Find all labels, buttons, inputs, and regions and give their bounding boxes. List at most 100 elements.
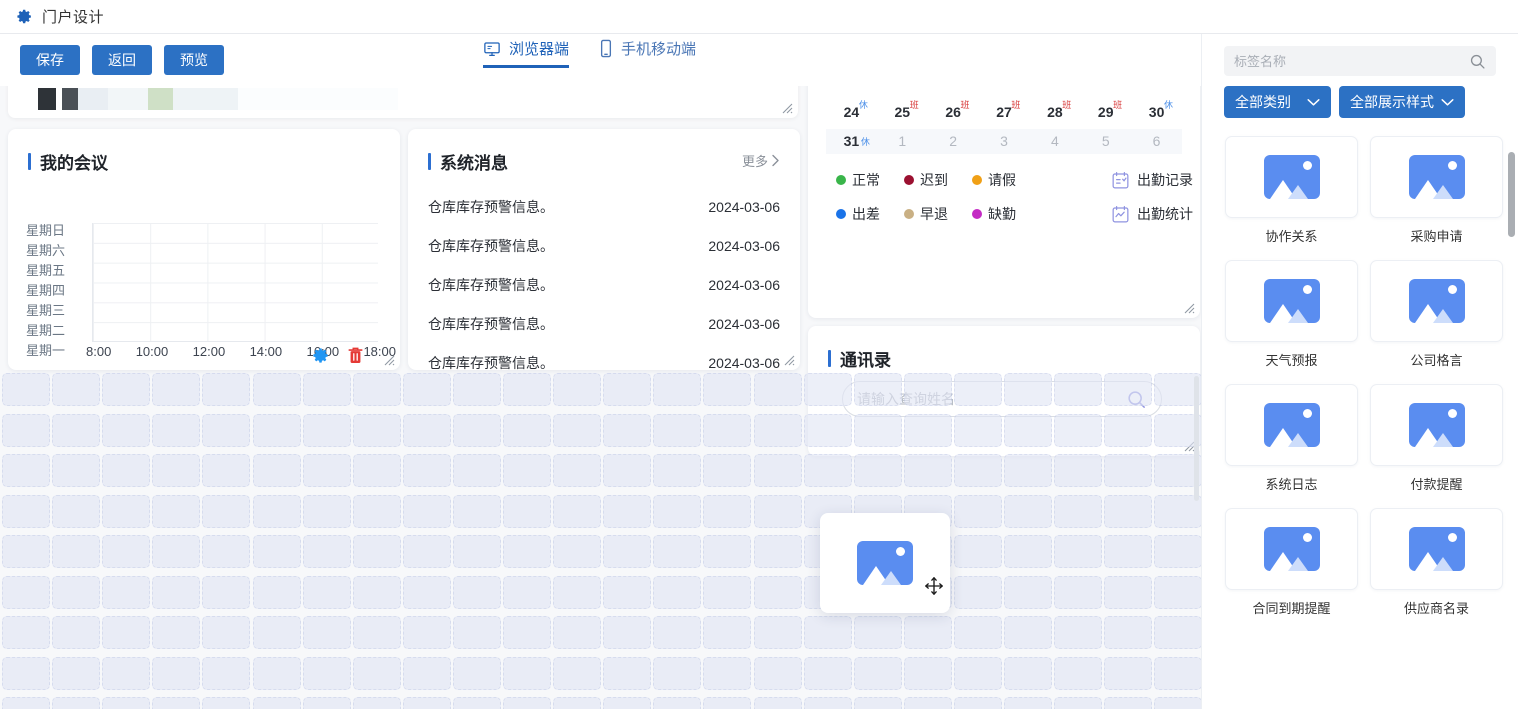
grid-cell[interactable]	[253, 657, 301, 690]
widget-library-item[interactable]: 合同到期提醒	[1224, 508, 1359, 625]
grid-cell[interactable]	[754, 495, 802, 528]
grid-cell[interactable]	[202, 535, 250, 568]
grid-cell[interactable]	[52, 697, 100, 709]
grid-cell[interactable]	[202, 697, 250, 709]
system-messages-widget[interactable]: 系统消息 更多 仓库库存预警信息。 2024-03-06 仓库库存预警信息。 2…	[408, 129, 800, 370]
grid-cell[interactable]	[1104, 414, 1152, 447]
widget-library-item[interactable]: 供应商名录	[1369, 508, 1504, 625]
grid-cell[interactable]	[102, 373, 150, 406]
grid-cell[interactable]	[703, 616, 751, 649]
grid-cell[interactable]	[1054, 535, 1102, 568]
grid-cell[interactable]	[253, 373, 301, 406]
grid-cell[interactable]	[904, 616, 952, 649]
calendar-day[interactable]: 31 休	[826, 129, 877, 154]
grid-cell[interactable]	[553, 657, 601, 690]
grid-cell[interactable]	[303, 576, 351, 609]
grid-cell[interactable]	[703, 495, 751, 528]
grid-cell[interactable]	[253, 616, 301, 649]
grid-cell[interactable]	[653, 535, 701, 568]
grid-cell[interactable]	[152, 454, 200, 487]
grid-cell[interactable]	[152, 495, 200, 528]
list-item[interactable]: 仓库库存预警信息。 2024-03-06	[428, 227, 780, 266]
grid-cell[interactable]	[653, 697, 701, 709]
grid-cell[interactable]	[503, 616, 551, 649]
grid-cell[interactable]	[854, 414, 902, 447]
grid-cell[interactable]	[2, 414, 50, 447]
tag-search-box[interactable]	[1224, 46, 1496, 76]
grid-cell[interactable]	[1054, 495, 1102, 528]
category-filter[interactable]: 全部类别	[1224, 86, 1331, 118]
grid-cell[interactable]	[603, 697, 651, 709]
grid-cell[interactable]	[1104, 657, 1152, 690]
grid-cell[interactable]	[804, 657, 852, 690]
grid-cell[interactable]	[1104, 495, 1152, 528]
grid-cell[interactable]	[653, 576, 701, 609]
grid-cell[interactable]	[553, 697, 601, 709]
search-icon[interactable]	[1469, 53, 1486, 70]
grid-cell[interactable]	[503, 535, 551, 568]
grid-cell[interactable]	[503, 576, 551, 609]
grid-cell[interactable]	[754, 454, 802, 487]
grid-cell[interactable]	[603, 495, 651, 528]
grid-cell[interactable]	[1104, 697, 1152, 709]
grid-cell[interactable]	[303, 414, 351, 447]
grid-cell[interactable]	[102, 576, 150, 609]
attendance-widget[interactable]: 24 休 25 班 26 班 27 班 28 班	[808, 86, 1200, 318]
grid-cell[interactable]	[303, 657, 351, 690]
grid-cell[interactable]	[653, 454, 701, 487]
grid-cell[interactable]	[453, 454, 501, 487]
grid-cell[interactable]	[353, 414, 401, 447]
grid-cell[interactable]	[954, 576, 1002, 609]
grid-cell[interactable]	[453, 657, 501, 690]
grid-cell[interactable]	[503, 495, 551, 528]
grid-cell[interactable]	[453, 414, 501, 447]
list-item[interactable]: 仓库库存预警信息。 2024-03-06	[428, 188, 780, 227]
grid-cell[interactable]	[804, 454, 852, 487]
widget-library-item[interactable]: 协作关系	[1224, 136, 1359, 253]
grid-cell[interactable]	[2, 697, 50, 709]
grid-cell[interactable]	[503, 373, 551, 406]
grid-cell[interactable]	[2, 454, 50, 487]
calendar-day[interactable]: 29 班	[1080, 100, 1131, 125]
grid-cell[interactable]	[703, 657, 751, 690]
widget-panel-scrollbar-thumb[interactable]	[1508, 152, 1515, 237]
widget-thumbnail[interactable]	[1225, 384, 1358, 466]
grid-cell[interactable]	[52, 657, 100, 690]
calendar-day[interactable]: 3	[979, 129, 1030, 154]
grid-cell[interactable]	[303, 454, 351, 487]
grid-cell[interactable]	[202, 657, 250, 690]
canvas-scrollbar-thumb[interactable]	[1194, 376, 1199, 501]
grid-cell[interactable]	[754, 616, 802, 649]
grid-cell[interactable]	[603, 454, 651, 487]
grid-cell[interactable]	[603, 616, 651, 649]
grid-cell[interactable]	[102, 657, 150, 690]
grid-cell[interactable]	[854, 697, 902, 709]
canvas-scrollbar[interactable]	[1193, 86, 1200, 709]
grid-cell[interactable]	[1054, 657, 1102, 690]
grid-cell[interactable]	[603, 535, 651, 568]
grid-cell[interactable]	[152, 616, 200, 649]
grid-cell[interactable]	[503, 414, 551, 447]
grid-cell[interactable]	[603, 373, 651, 406]
grid-cell[interactable]	[102, 535, 150, 568]
grid-cell[interactable]	[453, 616, 501, 649]
grid-cell[interactable]	[503, 454, 551, 487]
grid-cell[interactable]	[102, 697, 150, 709]
widget-library-item[interactable]: 采购申请	[1369, 136, 1504, 253]
grid-cell[interactable]	[253, 495, 301, 528]
grid-cell[interactable]	[954, 697, 1002, 709]
grid-cell[interactable]	[202, 414, 250, 447]
grid-cell[interactable]	[653, 616, 701, 649]
grid-cell[interactable]	[854, 373, 902, 406]
more-link[interactable]: 更多	[742, 151, 780, 170]
attendance-record-link[interactable]: 出勤记录	[1111, 170, 1193, 190]
drag-ghost-card[interactable]	[820, 513, 950, 613]
grid-cell[interactable]	[353, 454, 401, 487]
grid-cell[interactable]	[754, 535, 802, 568]
grid-cell[interactable]	[904, 373, 952, 406]
grid-cell[interactable]	[1004, 373, 1052, 406]
grid-cell[interactable]	[152, 414, 200, 447]
grid-cell[interactable]	[1054, 616, 1102, 649]
grid-cell[interactable]	[2, 657, 50, 690]
grid-cell[interactable]	[202, 373, 250, 406]
